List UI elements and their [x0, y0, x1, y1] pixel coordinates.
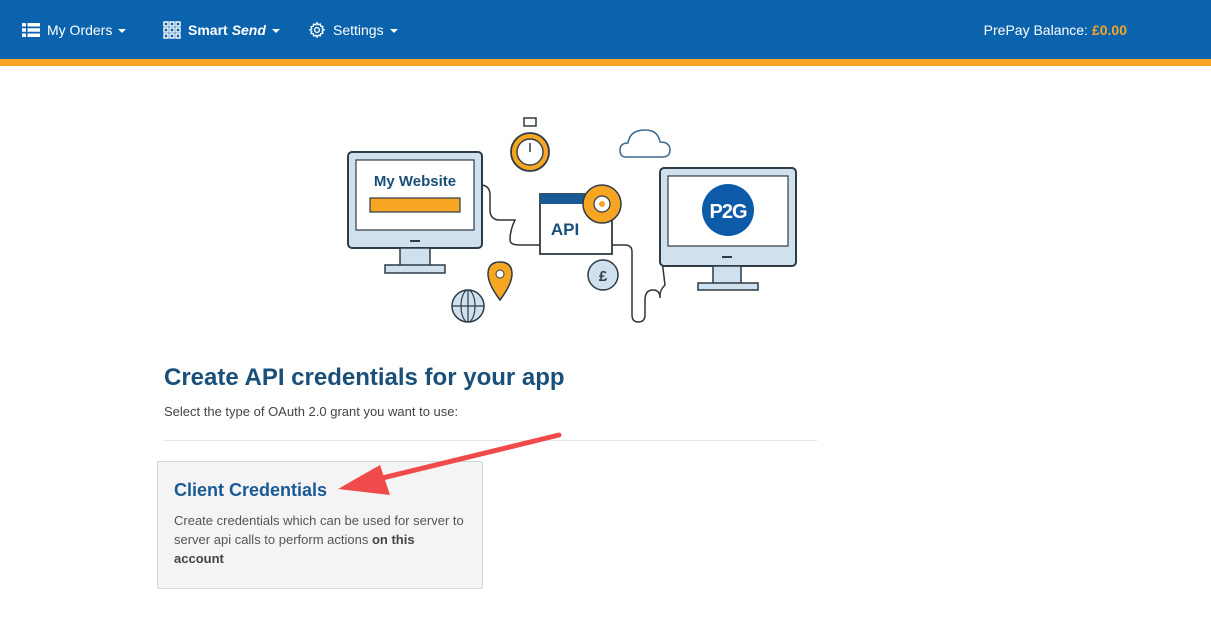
chevron-down-icon [271, 28, 280, 33]
nav-smart-label: Smart [188, 21, 228, 38]
cloud-icon [619, 129, 671, 158]
currency-symbol: £ [599, 268, 608, 285]
nav-settings-label: Settings [333, 21, 384, 38]
api-window-icon: API [539, 184, 622, 255]
pound-coin-icon: £ [587, 259, 619, 291]
api-label: API [551, 220, 579, 239]
page-title: Create API credentials for your app [164, 364, 565, 391]
card-description: Create credentials which can be used for… [174, 511, 466, 568]
p2g-monitor-icon: P2G [659, 167, 797, 291]
nav-my-orders-label: My Orders [47, 21, 113, 38]
card-desc-text: Create credentials which can be used for… [174, 513, 464, 547]
page-subtitle: Select the type of OAuth 2.0 grant you w… [164, 404, 459, 419]
website-monitor-icon: My Website [347, 151, 483, 274]
stopwatch-icon [510, 117, 550, 172]
gear-icon [308, 21, 326, 39]
api-illustration: My Website API £ P2G [347, 117, 797, 323]
prepay-balance[interactable]: PrePay Balance: £0.00 [984, 0, 1127, 59]
nav-my-orders[interactable]: My Orders [22, 0, 127, 59]
balance-value: £0.00 [1091, 21, 1127, 38]
nav-smart-send[interactable]: Smart Send [163, 0, 280, 59]
top-navbar: My Orders Smart Send Settings PrePay Bal… [0, 0, 1211, 66]
balance-label: PrePay Balance: [983, 21, 1088, 38]
chevron-down-icon [118, 28, 127, 33]
chevron-down-icon [389, 28, 398, 33]
grid-icon [163, 20, 181, 39]
list-icon [22, 22, 40, 37]
nav-settings[interactable]: Settings [308, 0, 398, 59]
website-label: My Website [374, 173, 456, 190]
p2g-logo-text: P2G [709, 201, 746, 223]
annotation-arrow-icon [338, 432, 562, 495]
globe-icon [451, 289, 485, 323]
nav-send-label: Send [231, 21, 266, 38]
location-pin-icon [487, 261, 513, 302]
